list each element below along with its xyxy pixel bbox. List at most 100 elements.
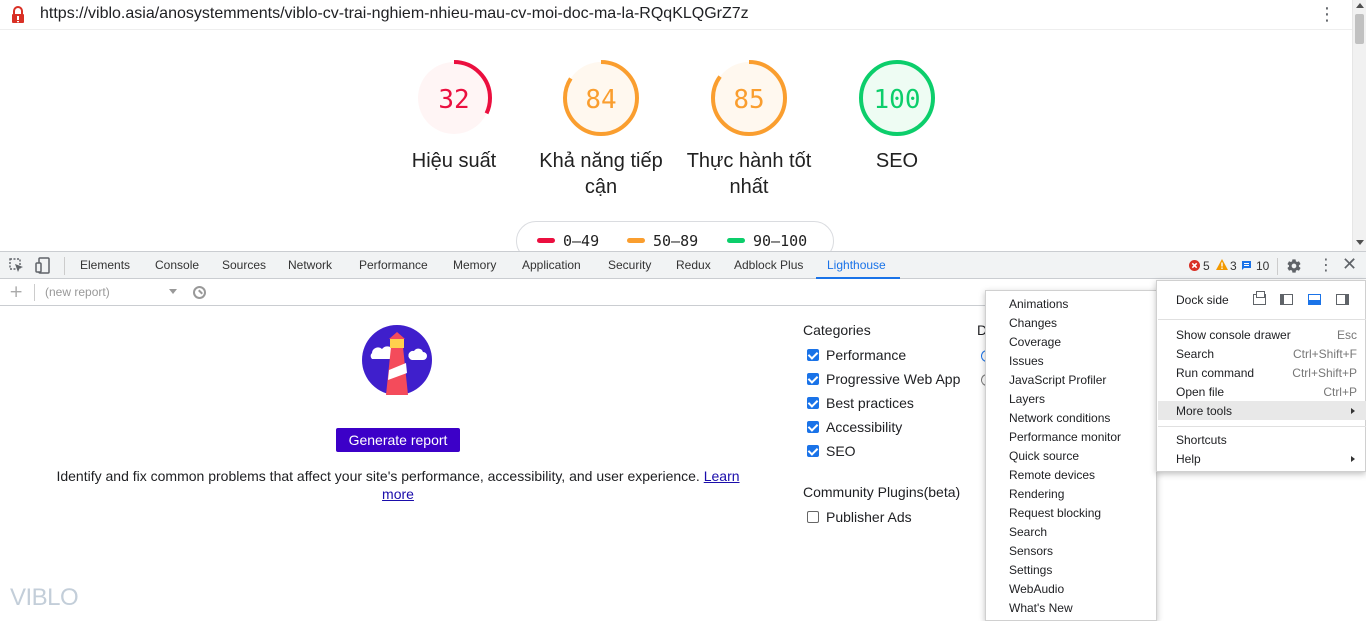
clear-icon[interactable] bbox=[193, 286, 206, 299]
message-icon[interactable] bbox=[1241, 260, 1252, 271]
menu-item-search[interactable]: Search bbox=[1176, 347, 1214, 361]
menu-item-remote-devices[interactable]: Remote devices bbox=[1009, 468, 1095, 482]
category-accessibility[interactable]: Accessibility bbox=[807, 419, 902, 435]
menu-item-help[interactable]: Help bbox=[1176, 452, 1201, 466]
score-label: Thực hành tốt nhất bbox=[686, 150, 812, 198]
legend-swatch bbox=[627, 237, 645, 243]
legend-range: 0–49 bbox=[563, 232, 600, 250]
warning-count[interactable]: 3 bbox=[1230, 259, 1237, 273]
toolbar-divider bbox=[1277, 258, 1278, 275]
devtools-tabbar: Elements Console Sources Network Perform… bbox=[0, 251, 1366, 279]
menu-item-show-console-drawer[interactable]: Show console drawer bbox=[1176, 328, 1291, 342]
menu-item-issues[interactable]: Issues bbox=[1009, 354, 1044, 368]
gauge-best-practices[interactable]: 85 Thực hành tốt nhất bbox=[674, 58, 824, 200]
category-pwa[interactable]: Progressive Web App bbox=[807, 371, 960, 387]
category-performance[interactable]: Performance bbox=[807, 347, 906, 363]
gear-icon[interactable] bbox=[1286, 258, 1302, 274]
lighthouse-logo bbox=[362, 325, 432, 395]
dock-side-label: Dock side bbox=[1176, 293, 1229, 307]
report-select[interactable]: (new report) bbox=[45, 285, 110, 299]
legend-swatch bbox=[727, 237, 745, 243]
score-label: Khả năng tiếp cận bbox=[539, 150, 663, 198]
checkbox[interactable] bbox=[807, 373, 819, 385]
menu-item-settings[interactable]: Settings bbox=[1009, 563, 1052, 577]
dock-right-icon[interactable] bbox=[1336, 294, 1349, 305]
chevron-down-icon[interactable] bbox=[169, 289, 177, 294]
gauge-seo[interactable]: 100 SEO bbox=[822, 58, 972, 174]
tab-sources[interactable]: Sources bbox=[222, 258, 266, 272]
checkbox-label: Publisher Ads bbox=[826, 509, 912, 525]
tab-adblock-plus[interactable]: Adblock Plus bbox=[734, 258, 803, 272]
menu-item-changes[interactable]: Changes bbox=[1009, 316, 1057, 330]
tab-memory[interactable]: Memory bbox=[453, 258, 496, 272]
scroll-down-icon[interactable] bbox=[1356, 240, 1364, 245]
close-icon[interactable]: ✕ bbox=[1342, 254, 1357, 275]
checkbox[interactable] bbox=[807, 397, 819, 409]
score-label: SEO bbox=[875, 150, 919, 172]
warning-icon[interactable] bbox=[1216, 259, 1228, 270]
scroll-up-icon[interactable] bbox=[1356, 3, 1364, 8]
page-content: 32 Hiệu suất 84 Khả năng tiếp cận 85 Thự… bbox=[0, 30, 1352, 251]
tab-lighthouse[interactable]: Lighthouse bbox=[827, 258, 886, 272]
menu-divider bbox=[1158, 426, 1366, 427]
dock-bottom-icon[interactable] bbox=[1308, 294, 1321, 305]
url-text[interactable]: https://viblo.asia/anosystemments/viblo-… bbox=[40, 5, 749, 23]
category-seo[interactable]: SEO bbox=[807, 443, 856, 459]
menu-item-rendering[interactable]: Rendering bbox=[1009, 487, 1064, 501]
menu-item-js-profiler[interactable]: JavaScript Profiler bbox=[1009, 373, 1106, 387]
tab-performance[interactable]: Performance bbox=[359, 258, 428, 272]
menu-item-run-command[interactable]: Run command bbox=[1176, 366, 1254, 380]
menu-item-animations[interactable]: Animations bbox=[1009, 297, 1068, 311]
error-count[interactable]: 5 bbox=[1203, 259, 1210, 273]
tab-redux[interactable]: Redux bbox=[676, 258, 711, 272]
plugin-publisher-ads[interactable]: Publisher Ads bbox=[807, 509, 912, 525]
legend-range: 50–89 bbox=[653, 232, 699, 250]
checkbox[interactable] bbox=[807, 421, 819, 433]
menu-item-shortcuts[interactable]: Shortcuts bbox=[1176, 433, 1227, 447]
menu-item-quick-source[interactable]: Quick source bbox=[1009, 449, 1079, 463]
gauge-ring: 85 bbox=[711, 60, 787, 136]
tab-elements[interactable]: Elements bbox=[80, 258, 130, 272]
customize-kebab-icon[interactable]: ⋮ bbox=[1318, 255, 1334, 274]
menu-item-performance-monitor[interactable]: Performance monitor bbox=[1009, 430, 1121, 444]
menu-item-request-blocking[interactable]: Request blocking bbox=[1009, 506, 1101, 520]
inspect-element-icon[interactable] bbox=[9, 258, 24, 273]
scrollbar-thumb[interactable] bbox=[1355, 14, 1364, 44]
checkbox[interactable] bbox=[807, 511, 819, 523]
toolbar-divider bbox=[34, 284, 35, 301]
insecure-lock-icon[interactable] bbox=[10, 6, 26, 24]
menu-item-whats-new[interactable]: What's New bbox=[1009, 601, 1073, 615]
legend-item-average: 50–89 bbox=[627, 232, 698, 250]
device-toolbar-icon[interactable] bbox=[35, 257, 51, 274]
kebab-icon[interactable]: ⋮ bbox=[1318, 5, 1336, 25]
dock-left-icon[interactable] bbox=[1280, 294, 1293, 305]
tab-network[interactable]: Network bbox=[288, 258, 332, 272]
menu-item-sensors[interactable]: Sensors bbox=[1009, 544, 1053, 558]
gauge-performance[interactable]: 32 Hiệu suất bbox=[379, 58, 529, 174]
menu-item-coverage[interactable]: Coverage bbox=[1009, 335, 1061, 349]
score-value: 32 bbox=[438, 85, 469, 115]
menu-item-layers[interactable]: Layers bbox=[1009, 392, 1045, 406]
menu-item-open-file[interactable]: Open file bbox=[1176, 385, 1224, 399]
menu-item-webaudio[interactable]: WebAudio bbox=[1009, 582, 1064, 596]
menu-item-more-tools[interactable]: More tools bbox=[1176, 404, 1232, 418]
gauge-accessibility[interactable]: 84 Khả năng tiếp cận bbox=[526, 58, 676, 200]
legend-item-pass: 90–100 bbox=[727, 232, 807, 250]
page-scrollbar[interactable] bbox=[1352, 0, 1366, 251]
category-best-practices[interactable]: Best practices bbox=[807, 395, 914, 411]
menu-item-search[interactable]: Search bbox=[1009, 525, 1047, 539]
checkbox[interactable] bbox=[807, 349, 819, 361]
checkbox[interactable] bbox=[807, 445, 819, 457]
shortcut-text: Ctrl+P bbox=[1323, 385, 1357, 399]
new-report-plus-icon[interactable]: + bbox=[9, 282, 23, 302]
score-value: 84 bbox=[585, 85, 616, 115]
message-count[interactable]: 10 bbox=[1256, 259, 1269, 273]
generate-report-button[interactable]: Generate report bbox=[336, 428, 460, 452]
tab-application[interactable]: Application bbox=[522, 258, 581, 272]
shortcut-text: Ctrl+Shift+P bbox=[1292, 366, 1357, 380]
undock-icon[interactable] bbox=[1253, 291, 1266, 305]
tab-console[interactable]: Console bbox=[155, 258, 199, 272]
menu-item-network-conditions[interactable]: Network conditions bbox=[1009, 411, 1110, 425]
tab-security[interactable]: Security bbox=[608, 258, 651, 272]
error-icon[interactable] bbox=[1189, 260, 1200, 271]
